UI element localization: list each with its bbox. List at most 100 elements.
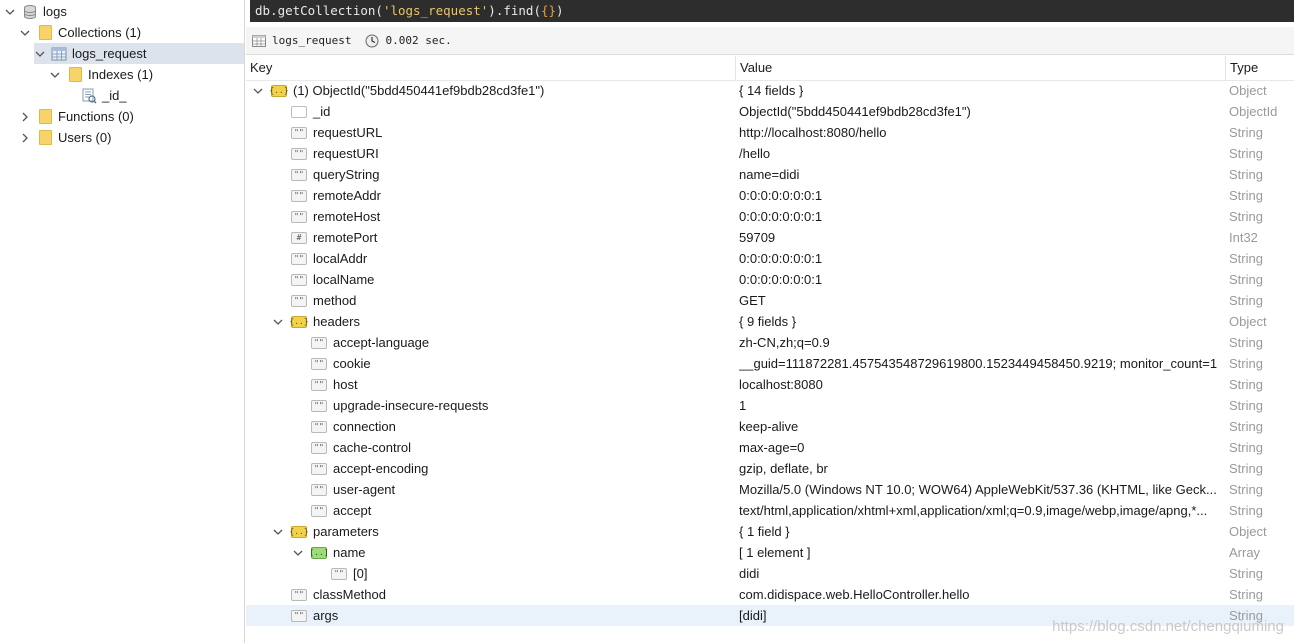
query-editor[interactable]: db.getCollection('logs_request').find({}… [250, 0, 1294, 22]
chevron-down-icon[interactable] [251, 80, 265, 101]
chevron-down-icon[interactable] [271, 311, 285, 332]
value-cell[interactable]: didi [739, 563, 1223, 584]
value-cell[interactable]: com.didispace.web.HelloController.hello [739, 584, 1223, 605]
value-cell[interactable]: [ 1 element ] [739, 542, 1223, 563]
tree-row[interactable]: "" [0] didi String [246, 563, 1294, 584]
value-cell[interactable]: { 14 fields } [739, 80, 1223, 101]
type-cell: Object [1229, 524, 1267, 539]
tree-index-id[interactable]: _id_ [81, 85, 127, 106]
column-header-type[interactable]: Type [1226, 56, 1294, 80]
tree-row[interactable]: {..} headers { 9 fields } Object [246, 311, 1294, 332]
tree-index-label: _id_ [102, 88, 127, 103]
query-args: {} [540, 3, 557, 18]
chevron-down-icon[interactable] [291, 542, 305, 563]
clock-icon [365, 34, 379, 48]
tree-row[interactable]: "" user-agent Mozilla/5.0 (Windows NT 10.0… [246, 479, 1294, 500]
value-cell[interactable]: 0:0:0:0:0:0:0:1 [739, 269, 1223, 290]
tree-indexes[interactable]: Indexes (1) [49, 64, 153, 85]
key-text: remotePort [313, 230, 378, 245]
type-cell: String [1229, 293, 1263, 308]
query-mid: ).find( [488, 3, 541, 18]
key-text: accept-language [333, 335, 430, 350]
chevron-right-icon[interactable] [19, 106, 31, 127]
value-cell[interactable]: http://localhost:8080/hello [739, 122, 1223, 143]
tree-row[interactable]: _id ObjectId("5bdd450441ef9bdb28cd3fe1") O… [246, 101, 1294, 122]
value-cell[interactable]: 0:0:0:0:0:0:0:1 [739, 185, 1223, 206]
tree-row[interactable]: "" localAddr 0:0:0:0:0:0:0:1 String [246, 248, 1294, 269]
value-cell[interactable]: __guid=111872281.457543548729619800.1523… [739, 353, 1223, 374]
tree-row[interactable]: "" requestURL http://localhost:8080/hello S… [246, 122, 1294, 143]
tree-row[interactable]: "" localName 0:0:0:0:0:0:0:1 String [246, 269, 1294, 290]
tree-collections[interactable]: Collections (1) [19, 22, 141, 43]
value-cell[interactable]: zh-CN,zh;q=0.9 [739, 332, 1223, 353]
tree-users[interactable]: Users (0) [19, 127, 111, 148]
column-header-value[interactable]: Value [736, 56, 1226, 80]
tree-row[interactable]: "" host localhost:8080 String [246, 374, 1294, 395]
tree-row[interactable]: "" requestURI/hello String [246, 143, 1294, 164]
value-cell[interactable]: localhost:8080 [739, 374, 1223, 395]
chevron-down-icon[interactable] [49, 64, 61, 85]
type-cell: String [1229, 209, 1263, 224]
chevron-down-icon[interactable] [271, 521, 285, 542]
database-icon [22, 4, 38, 20]
tree-row[interactable]: "" accept-encoding gzip, deflate, br String [246, 458, 1294, 479]
value-cell[interactable]: keep-alive [739, 416, 1223, 437]
chevron-down-icon[interactable] [4, 1, 16, 22]
value-cell[interactable]: 0:0:0:0:0:0:0:1 [739, 206, 1223, 227]
chevron-down-icon[interactable] [34, 43, 46, 64]
tree-collection-logs-request[interactable]: logs_request [34, 43, 244, 64]
value-cell[interactable]: /hello [739, 143, 1223, 164]
tree-row[interactable]: "" accept-language zh-CN,zh;q=0.9 String [246, 332, 1294, 353]
key-cell: "" upgrade-insecure-requests [291, 395, 488, 416]
chevron-down-icon[interactable] [19, 22, 31, 43]
key-cell: "" host [291, 374, 358, 395]
tree-row[interactable]: {..} (1) ObjectId("5bdd450441ef9bdb28cd3f… [246, 80, 1294, 101]
column-header-key[interactable]: Key [246, 56, 736, 80]
value-cell[interactable]: ObjectId("5bdd450441ef9bdb28cd3fe1") [739, 101, 1223, 122]
chevron-right-icon[interactable] [19, 127, 31, 148]
value-cell[interactable]: { 9 fields } [739, 311, 1223, 332]
tree-row[interactable]: "" cache-control max-age=0 String [246, 437, 1294, 458]
key-text: (1) ObjectId("5bdd450441ef9bdb28cd3fe1") [293, 83, 545, 98]
tree-row[interactable]: "" remoteHost 0:0:0:0:0:0:0:1 String [246, 206, 1294, 227]
tree-row[interactable]: # remotePort 59709 Int32 [246, 227, 1294, 248]
tree-functions[interactable]: Functions (0) [19, 106, 134, 127]
tree-row[interactable]: "" method GET String [246, 290, 1294, 311]
value-cell[interactable]: Mozilla/5.0 (Windows NT 10.0; WOW64) App… [739, 479, 1223, 500]
key-text: cache-control [333, 440, 412, 455]
key-text: localName [313, 272, 375, 287]
tree-row[interactable]: "" remoteAddr 0:0:0:0:0:0:0:1 String [246, 185, 1294, 206]
value-cell[interactable]: 1 [739, 395, 1223, 416]
type-cell: String [1229, 566, 1263, 581]
value-cell[interactable]: { 1 field } [739, 521, 1223, 542]
tree-row[interactable]: [..] name [ 1 element ] Array [246, 542, 1294, 563]
tree-row[interactable]: {..} parameters { 1 field } Object [246, 521, 1294, 542]
tree-db-logs[interactable]: logs [4, 1, 67, 22]
folder-icon [39, 25, 52, 40]
value-cell[interactable]: text/html,application/xhtml+xml,applicat… [739, 500, 1223, 521]
tree-row[interactable]: "" upgrade-insecure-requests 1 String [246, 395, 1294, 416]
value-cell[interactable]: 0:0:0:0:0:0:0:1 [739, 248, 1223, 269]
string-icon: "" [311, 378, 327, 391]
tree-row[interactable]: "" cookie __guid=111872281.457543548729619… [246, 353, 1294, 374]
tree-row[interactable]: "" classMethod com.didispace.web.HelloCont… [246, 584, 1294, 605]
value-cell[interactable]: gzip, deflate, br [739, 458, 1223, 479]
table-icon [252, 34, 266, 48]
value-cell[interactable]: GET [739, 290, 1223, 311]
type-cell: String [1229, 482, 1263, 497]
result-info-bar: logs_request 0.002 sec. [246, 27, 1294, 55]
tree-row[interactable]: "" accept text/html,application/xhtml+xml,… [246, 500, 1294, 521]
value-cell[interactable]: name=didi [739, 164, 1223, 185]
value-cell[interactable]: 59709 [739, 227, 1223, 248]
tree-row[interactable]: "" queryString name=didi String [246, 164, 1294, 185]
value-cell[interactable]: max-age=0 [739, 437, 1223, 458]
string-icon: "" [311, 462, 327, 475]
key-text: headers [313, 314, 360, 329]
tree-row[interactable]: "" connection keep-alive String [246, 416, 1294, 437]
string-icon: "" [291, 210, 307, 223]
